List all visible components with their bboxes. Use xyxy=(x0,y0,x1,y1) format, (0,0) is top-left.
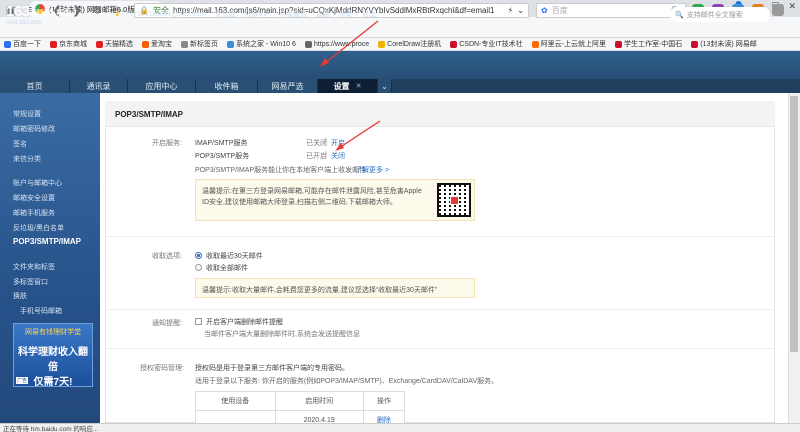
arrowhead-settings xyxy=(320,58,329,67)
arrow-to-settings-link xyxy=(323,20,379,65)
arrow-to-pop3-close xyxy=(338,120,381,149)
annotation-arrows xyxy=(320,20,381,151)
scrollbar-thumb[interactable] xyxy=(790,96,798,352)
status-text: 正在等待 hm.baidu.com 的响应... xyxy=(3,426,99,432)
arrowhead-pop3 xyxy=(335,143,344,151)
browser-status-bar: 正在等待 hm.baidu.com 的响应... xyxy=(0,423,800,432)
